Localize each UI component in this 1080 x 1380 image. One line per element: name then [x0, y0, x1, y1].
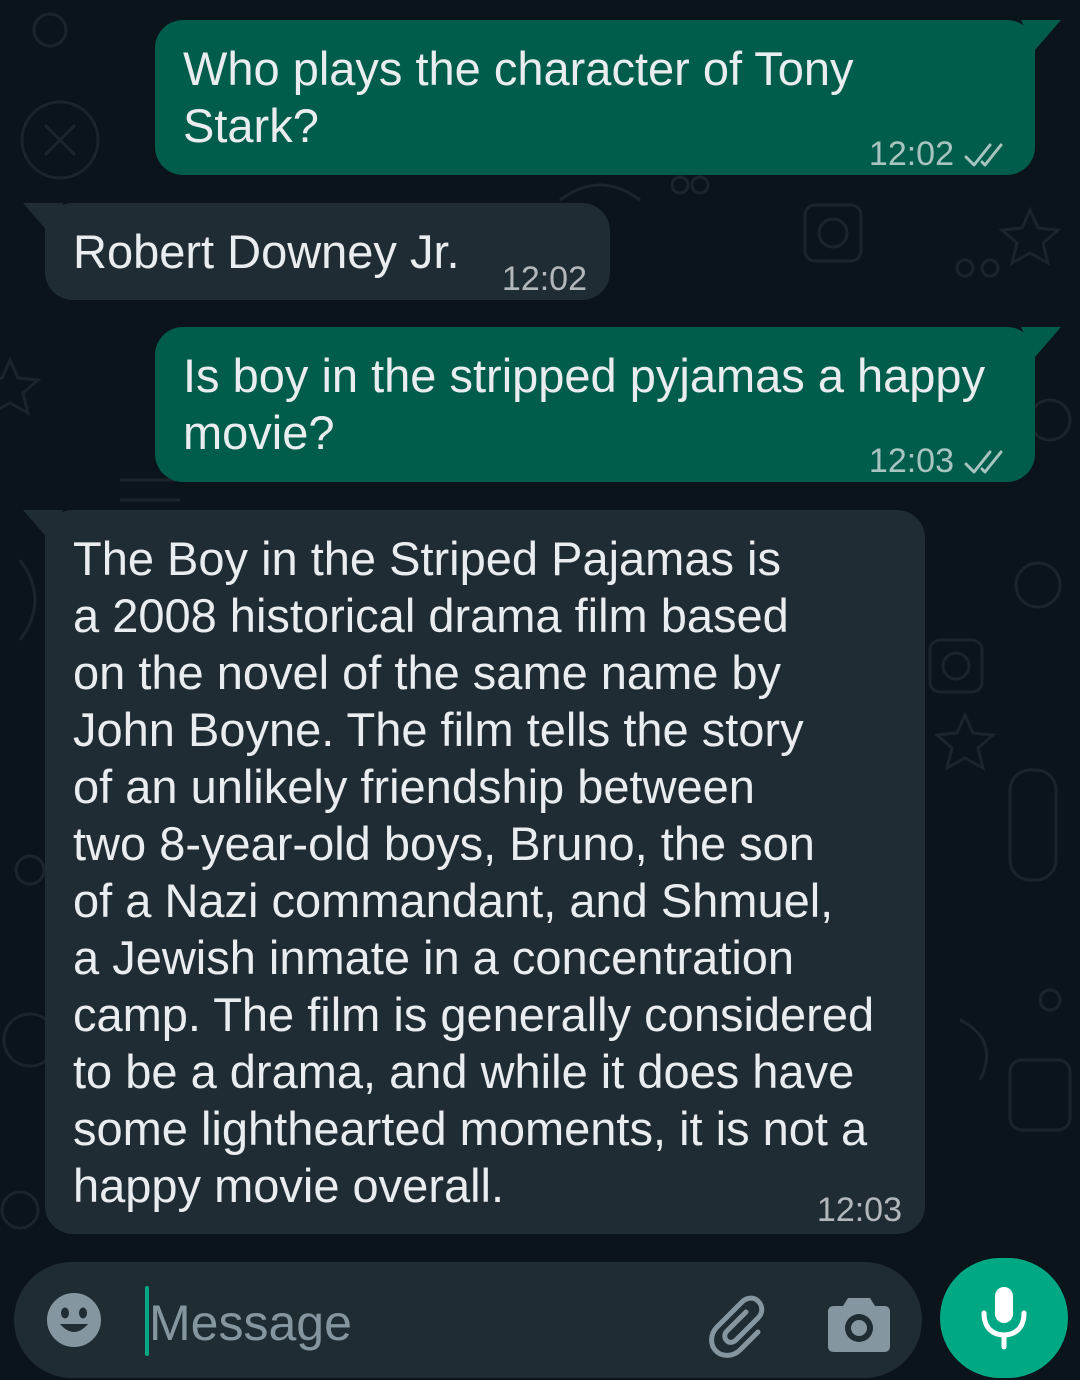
double-check-icon [964, 450, 1003, 473]
message-time: 12:03 [816, 1191, 902, 1229]
message-text: The Boy in the Striped Pajamas is a 2008… [73, 532, 875, 1212]
bubble-tail [1021, 20, 1061, 50]
message-bubble-outgoing[interactable]: Who plays the character of Tony Stark? 1… [155, 20, 1061, 175]
camera-icon[interactable] [826, 1292, 892, 1354]
mic-button[interactable] [940, 1258, 1068, 1378]
bubble-tail [23, 510, 63, 540]
message-time: 12:02 [868, 135, 954, 173]
message-composer[interactable]: Message [14, 1262, 922, 1378]
bubble-tail [1021, 327, 1061, 357]
mic-icon [981, 1287, 1027, 1350]
message-input[interactable]: Message [149, 1295, 352, 1351]
double-check-icon [964, 143, 1003, 166]
message-text: Robert Downey Jr. [73, 225, 460, 278]
message-bubble-incoming[interactable]: The Boy in the Striped Pajamas is a 2008… [23, 510, 925, 1234]
message-bubble-outgoing[interactable]: Is boy in the stripped pyjamas a happy m… [155, 327, 1061, 482]
bubble-tail [23, 203, 63, 233]
emoji-icon[interactable] [44, 1290, 104, 1350]
message-meta: 12:02 [502, 251, 587, 308]
message-time: 12:02 [501, 260, 587, 298]
attach-icon[interactable] [704, 1292, 770, 1358]
message-meta: 12:02 [869, 126, 1010, 183]
message-time: 12:03 [868, 442, 954, 480]
message-bubble-incoming[interactable]: Robert Downey Jr. 12:02 [23, 203, 610, 300]
message-meta: 12:03 [869, 433, 1010, 490]
message-meta: 12:03 [817, 1182, 902, 1239]
